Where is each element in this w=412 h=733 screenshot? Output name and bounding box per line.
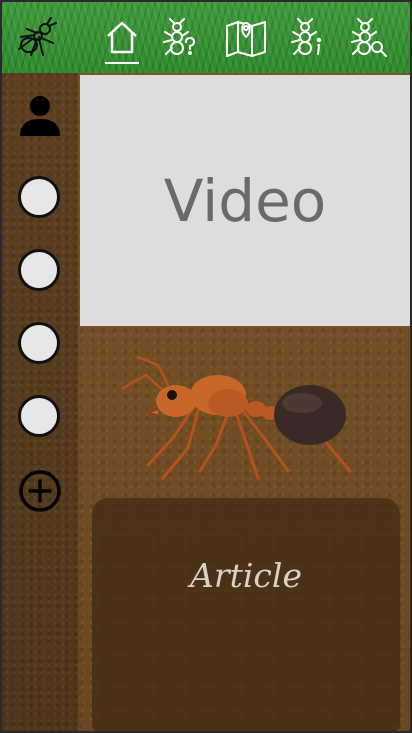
- video-label: Video: [163, 166, 327, 235]
- sidebar-slot-3[interactable]: [18, 322, 60, 364]
- home-nav-button[interactable]: [98, 12, 146, 64]
- sidebar: [2, 73, 78, 731]
- sidebar-slot-2[interactable]: [18, 249, 60, 291]
- main-content: Video Article: [78, 73, 410, 731]
- ant-illustration: [118, 353, 368, 483]
- ant-question-icon[interactable]: [156, 12, 204, 64]
- sidebar-slot-1[interactable]: [18, 176, 60, 218]
- article-label: Article: [190, 556, 302, 595]
- ant-info-icon[interactable]: [284, 12, 332, 64]
- sidebar-slot-4[interactable]: [18, 395, 60, 437]
- ant-search-icon[interactable]: [344, 12, 392, 64]
- article-card[interactable]: Article: [92, 498, 400, 731]
- top-nav-bar: [2, 2, 410, 74]
- app-frame: Video Article: [2, 2, 410, 731]
- ant-logo-icon[interactable]: [12, 12, 60, 64]
- plus-circle-icon[interactable]: [18, 469, 62, 513]
- video-placeholder[interactable]: Video: [80, 75, 410, 326]
- person-icon[interactable]: [16, 91, 64, 139]
- map-icon[interactable]: [222, 12, 270, 64]
- active-tab-indicator: [105, 62, 139, 64]
